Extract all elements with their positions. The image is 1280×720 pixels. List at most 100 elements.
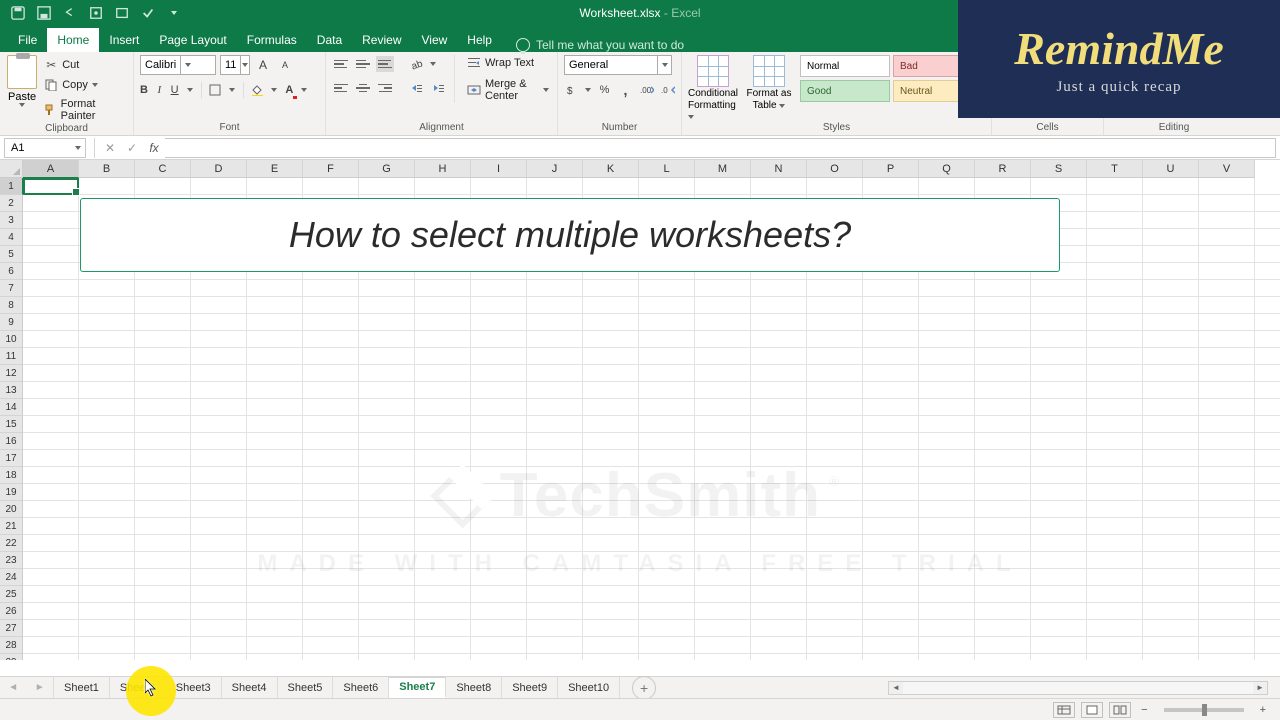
zoom-slider[interactable] [1164, 708, 1244, 712]
align-right-button[interactable] [376, 80, 394, 96]
borders-button[interactable] [209, 81, 221, 99]
select-all-corner[interactable] [0, 160, 23, 178]
sheet-tab-sheet7[interactable]: Sheet7 [389, 677, 446, 698]
increase-decimal-button[interactable]: .00 [639, 81, 654, 99]
horizontal-scrollbar[interactable]: ◄ ► [888, 681, 1268, 695]
tab-home[interactable]: Home [47, 28, 99, 52]
tab-review[interactable]: Review [352, 28, 411, 52]
sheet-tab-sheet9[interactable]: Sheet9 [502, 677, 558, 698]
sheet-tab-sheet8[interactable]: Sheet8 [446, 677, 502, 698]
row-header-18[interactable]: 18 [0, 467, 23, 484]
font-name-combo[interactable]: Calibri [140, 55, 216, 75]
page-layout-view-button[interactable] [1081, 702, 1103, 718]
row-header-11[interactable]: 11 [0, 348, 23, 365]
row-header-8[interactable]: 8 [0, 297, 23, 314]
row-header-20[interactable]: 20 [0, 501, 23, 518]
tell-me-search[interactable]: Tell me what you want to do [516, 38, 684, 52]
grow-font-button[interactable]: A [254, 56, 272, 74]
fill-color-button[interactable] [251, 81, 263, 99]
autosave-icon[interactable] [10, 5, 26, 21]
row-header-25[interactable]: 25 [0, 586, 23, 603]
cancel-formula-button[interactable]: ✕ [99, 141, 121, 155]
font-size-combo[interactable]: 11 [220, 55, 250, 75]
tab-file[interactable]: File [8, 28, 47, 52]
number-format-combo[interactable]: General [564, 55, 672, 75]
column-header-R[interactable]: R [975, 160, 1031, 178]
decrease-decimal-button[interactable]: .0 [660, 81, 675, 99]
column-header-V[interactable]: V [1199, 160, 1255, 178]
column-header-Q[interactable]: Q [919, 160, 975, 178]
column-header-O[interactable]: O [807, 160, 863, 178]
format-as-table-button[interactable]: Format as Table [744, 55, 794, 122]
cells-area[interactable]: How to select multiple worksheets? [23, 178, 1280, 660]
underline-button[interactable]: U [171, 81, 179, 99]
column-header-A[interactable]: A [23, 160, 79, 178]
style-normal[interactable]: Normal [800, 55, 890, 77]
cell-styles-gallery[interactable]: Normal Bad Good Neutral [800, 55, 983, 122]
column-header-C[interactable]: C [135, 160, 191, 178]
column-header-N[interactable]: N [751, 160, 807, 178]
percent-button[interactable]: % [597, 81, 612, 99]
row-header-21[interactable]: 21 [0, 518, 23, 535]
align-left-button[interactable] [332, 80, 350, 96]
column-header-P[interactable]: P [863, 160, 919, 178]
comma-button[interactable]: , [618, 81, 633, 99]
accounting-button[interactable]: $ [564, 81, 579, 99]
column-header-U[interactable]: U [1143, 160, 1199, 178]
sheet-tab-sheet5[interactable]: Sheet5 [278, 677, 334, 698]
row-header-7[interactable]: 7 [0, 280, 23, 297]
font-color-button[interactable]: A [285, 81, 293, 99]
zoom-out-button[interactable]: − [1137, 704, 1151, 716]
align-bottom-button[interactable] [376, 56, 394, 72]
row-header-13[interactable]: 13 [0, 382, 23, 399]
conditional-formatting-button[interactable]: Conditional Formatting [688, 55, 738, 122]
decrease-indent-button[interactable] [408, 79, 426, 97]
column-header-F[interactable]: F [303, 160, 359, 178]
style-good[interactable]: Good [800, 80, 890, 102]
row-header-14[interactable]: 14 [0, 399, 23, 416]
enter-formula-button[interactable]: ✓ [121, 141, 143, 155]
normal-view-button[interactable] [1053, 702, 1075, 718]
sheet-tab-sheet2[interactable]: Sheet2 [110, 677, 166, 698]
sheet-nav-arrows[interactable]: ◄► [0, 677, 54, 698]
column-header-M[interactable]: M [695, 160, 751, 178]
name-box[interactable]: A1 [4, 138, 86, 158]
scroll-left-button[interactable]: ◄ [889, 682, 903, 694]
row-header-4[interactable]: 4 [0, 229, 23, 246]
paste-button[interactable]: Paste [6, 55, 38, 123]
row-header-5[interactable]: 5 [0, 246, 23, 263]
column-header-J[interactable]: J [527, 160, 583, 178]
tab-help[interactable]: Help [457, 28, 502, 52]
row-header-6[interactable]: 6 [0, 263, 23, 280]
row-header-10[interactable]: 10 [0, 331, 23, 348]
page-break-view-button[interactable] [1109, 702, 1131, 718]
tab-insert[interactable]: Insert [99, 28, 149, 52]
column-header-T[interactable]: T [1087, 160, 1143, 178]
qat-icon-6[interactable] [140, 5, 156, 21]
zoom-in-button[interactable]: + [1256, 704, 1270, 716]
cut-button[interactable]: ✂Cut [42, 57, 127, 73]
row-header-24[interactable]: 24 [0, 569, 23, 586]
row-header-19[interactable]: 19 [0, 484, 23, 501]
increase-indent-button[interactable] [430, 79, 448, 97]
column-header-I[interactable]: I [471, 160, 527, 178]
bold-button[interactable]: B [140, 81, 148, 99]
new-sheet-button[interactable]: + [632, 676, 656, 700]
undo-icon[interactable] [62, 5, 78, 21]
sheet-tab-sheet3[interactable]: Sheet3 [166, 677, 222, 698]
copy-button[interactable]: Copy [42, 77, 127, 93]
row-header-9[interactable]: 9 [0, 314, 23, 331]
row-header-17[interactable]: 17 [0, 450, 23, 467]
sheet-tab-sheet6[interactable]: Sheet6 [333, 677, 389, 698]
italic-button[interactable]: I [156, 81, 163, 99]
merge-center-button[interactable]: Merge & Center [465, 77, 551, 103]
qat-customize-icon[interactable] [166, 5, 182, 21]
format-painter-button[interactable]: Format Painter [42, 97, 127, 123]
title-textbox[interactable]: How to select multiple worksheets? [80, 198, 1060, 272]
align-middle-button[interactable] [354, 56, 372, 72]
fx-icon[interactable]: fx [143, 141, 165, 155]
column-header-K[interactable]: K [583, 160, 639, 178]
sheet-tab-sheet10[interactable]: Sheet10 [558, 677, 620, 698]
scroll-track[interactable] [903, 682, 1253, 694]
column-header-L[interactable]: L [639, 160, 695, 178]
